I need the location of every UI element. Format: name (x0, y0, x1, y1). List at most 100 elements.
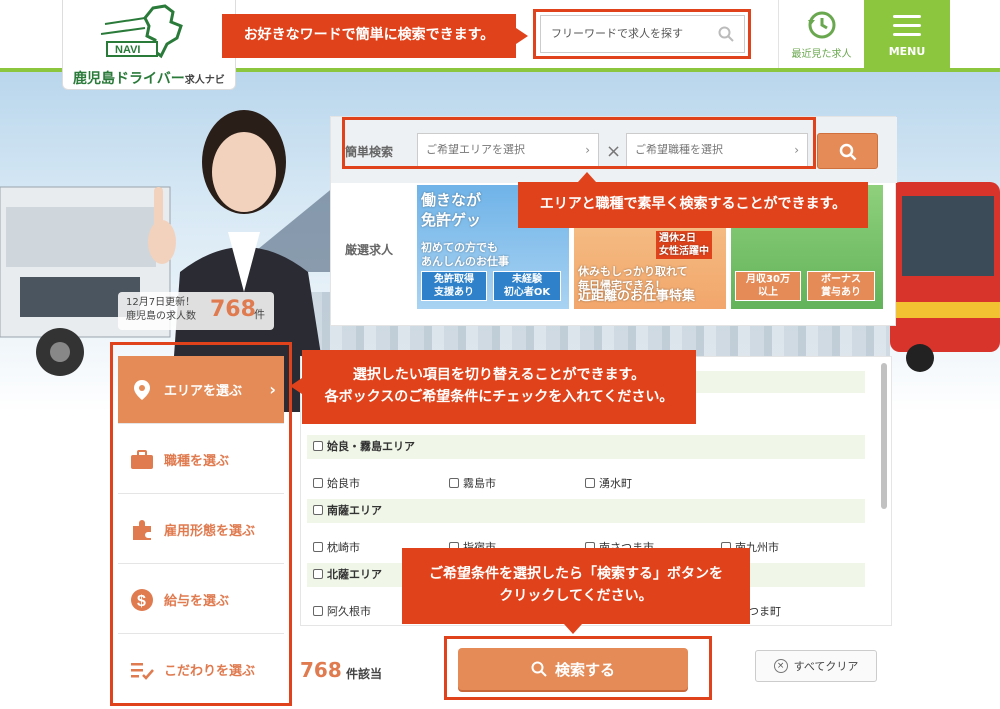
checklist-icon (130, 658, 154, 682)
area-job-callout: エリアと職種で素早く検索することができます。 (518, 172, 868, 228)
tabs-callout-line2: 各ボックスのご希望条件にチェックを入れてください。 (324, 389, 674, 405)
job-count-label: 鹿児島の求人数 (126, 310, 196, 322)
tabs-callout: 選択したい項目を切り替えることができます。 各ボックスのご希望条件にチェックを入… (290, 350, 696, 424)
recent-jobs-button[interactable]: 最近見た求人 (778, 0, 864, 68)
group-nansatsu[interactable]: 南薩エリア (307, 499, 865, 523)
tab-area[interactable]: エリアを選ぶ › (118, 356, 284, 424)
times-separator: × (606, 141, 622, 162)
hamburger-icon (893, 15, 921, 42)
search-button[interactable]: 検索する (458, 648, 688, 690)
quick-search-bar: 簡単検索 ご希望エリアを選択 › × ご希望職種を選択 › (331, 117, 897, 183)
group-label: 姶良・霧島エリア (327, 440, 415, 453)
tab-preferences-label: こだわりを選ぶ (164, 664, 256, 679)
pick1-tag-beginner: 未経験 初心者OK (493, 271, 561, 301)
city-checkbox[interactable]: 枕崎市 (313, 539, 360, 555)
checkbox[interactable] (585, 478, 595, 488)
tab-employment[interactable]: 雇用形態を選ぶ (118, 496, 284, 564)
city-checkbox[interactable]: 霧島市 (449, 475, 496, 491)
pick1-tag-license: 免許取得 支援あり (421, 271, 487, 301)
chevron-right-icon: › (269, 380, 276, 399)
tab-employment-label: 雇用形態を選ぶ (164, 524, 256, 539)
job-count-number: 768 (210, 297, 256, 322)
recent-jobs-label: 最近見た求人 (791, 49, 852, 60)
pick3-tag-salary: 月収30万 以上 (735, 271, 801, 301)
kagoshima-map-logo-icon: NAVI (101, 4, 183, 59)
search-button-label: 検索する (554, 660, 615, 679)
list-scrollbar[interactable] (881, 363, 887, 509)
checkbox[interactable] (313, 441, 323, 451)
pick2-badge: 週休2日 女性活躍中 (656, 231, 712, 259)
featured-jobs-label: 厳選求人 (345, 243, 394, 257)
callout-arrow (516, 28, 528, 44)
group-aira-kirishima[interactable]: 姶良・霧島エリア (307, 435, 865, 459)
freeword-callout-text: お好きなワードで簡単に検索できます。 (243, 27, 495, 44)
menu-button[interactable]: MENU (864, 0, 950, 68)
city-label: 阿久根市 (327, 605, 371, 618)
checkbox[interactable] (313, 569, 323, 579)
clear-all-button[interactable]: × すべてクリア (755, 650, 877, 682)
tab-salary-label: 給与を選ぶ (164, 594, 230, 609)
callout-arrow (290, 378, 302, 394)
job-select[interactable]: ご希望職種を選択 › (626, 133, 808, 167)
area-job-callout-text: エリアと職種で素早く検索することができます。 (539, 196, 847, 213)
tab-preferences[interactable]: こだわりを選ぶ (118, 636, 284, 704)
freeword-placeholder: フリーワードで求人を探す (551, 27, 683, 40)
close-icon: × (773, 659, 788, 673)
search-callout-line2: クリックしてください。 (499, 588, 653, 604)
group-label: 北薩エリア (327, 568, 382, 581)
quick-search-label: 簡単検索 (345, 145, 394, 159)
tab-job-type[interactable]: 職種を選ぶ (118, 426, 284, 494)
pick3-tag-bonus: ボーナス 賞与あり (807, 271, 875, 301)
area-select[interactable]: ご希望エリアを選択 › (417, 133, 599, 167)
update-date: 12月7日更新！ (126, 297, 196, 308)
job-count-box: 12月7日更新！ 鹿児島の求人数 768 件 (118, 292, 274, 330)
logo-subtitle: 求人ナビ (184, 75, 225, 86)
city-checkbox[interactable]: 阿久根市 (313, 603, 371, 619)
site-logo[interactable]: NAVI 鹿児島ドライバー求人ナビ (62, 0, 236, 90)
clear-all-label: すべてクリア (793, 660, 859, 673)
pick2-headline: 近距離のお仕事特集 (578, 289, 696, 304)
pick1-headline: 働きなが 免許ゲッ (421, 191, 482, 229)
dollar-coin-icon: $ (130, 588, 154, 612)
search-icon (531, 661, 547, 677)
freeword-callout: お好きなワードで簡単に検索できます。 (222, 14, 528, 58)
checkbox[interactable] (313, 505, 323, 515)
hit-count: 768 (300, 658, 342, 682)
callout-arrow (564, 624, 582, 634)
checkbox[interactable] (313, 478, 323, 488)
city-label: 枕崎市 (327, 541, 360, 554)
tab-salary[interactable]: $ 給与を選ぶ (118, 566, 284, 634)
job-select-placeholder: ご希望職種を選択 (635, 143, 723, 156)
logo-badge: NAVI (115, 44, 140, 56)
condition-tabs: エリアを選ぶ › 職種を選ぶ 雇用形態を選ぶ $ 給与を選ぶ こだわりを選ぶ (118, 356, 284, 706)
bus-illustration (890, 182, 1000, 372)
logo-title: 鹿児島ドライバー (73, 71, 185, 87)
callout-arrow (578, 172, 596, 182)
hit-count-unit: 件該当 (346, 667, 383, 681)
city-checkbox[interactable]: 姶良市 (313, 475, 360, 491)
tab-job-type-label: 職種を選ぶ (164, 454, 230, 469)
quick-search-button[interactable] (817, 133, 878, 169)
city-checkbox[interactable]: 湧水町 (585, 475, 632, 491)
city-label: 湧水町 (599, 477, 632, 490)
tabs-callout-line1: 選択したい項目を切り替えることができます。 (352, 367, 646, 384)
area-select-placeholder: ご希望エリアを選択 (426, 143, 525, 156)
search-callout: ご希望条件を選択したら「検索する」ボタンを クリックしてください。 (402, 548, 750, 634)
freeword-search-input[interactable]: フリーワードで求人を探す (540, 15, 745, 53)
city-label: 姶良市 (327, 477, 360, 490)
search-icon[interactable] (718, 26, 734, 42)
tab-area-label: エリアを選ぶ (164, 384, 243, 399)
job-count-unit: 件 (254, 308, 265, 321)
map-pin-icon (130, 378, 154, 402)
history-clock-icon (808, 11, 836, 39)
svg-text:$: $ (137, 593, 146, 610)
menu-label: MENU (888, 45, 926, 58)
checkbox[interactable] (449, 478, 459, 488)
city-label: 霧島市 (463, 477, 496, 490)
checkbox[interactable] (313, 542, 323, 552)
checkbox[interactable] (313, 606, 323, 616)
search-callout-line1: ご希望条件を選択したら「検索する」ボタンを (429, 566, 723, 583)
job-count-caption: 12月7日更新！ 鹿児島の求人数 (126, 296, 196, 323)
chevron-right-icon: › (585, 143, 590, 157)
search-icon (839, 143, 857, 161)
